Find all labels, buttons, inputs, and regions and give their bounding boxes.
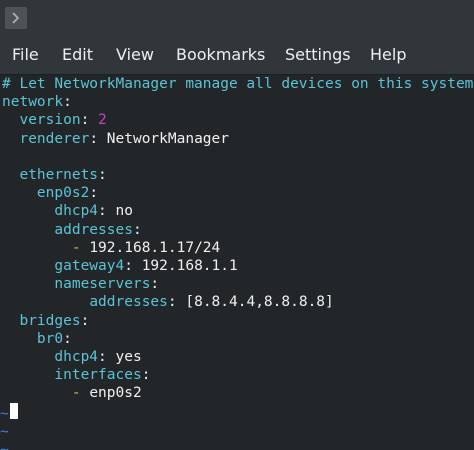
code-line: dhcp4: yes: [54, 349, 142, 365]
empty-line-tilde: ~: [0, 423, 9, 440]
comment-line: # Let NetworkManager manage all devices …: [2, 76, 474, 92]
menu-settings[interactable]: Settings: [285, 36, 351, 74]
code-line: renderer: NetworkManager: [19, 130, 229, 147]
yaml-value: NetworkManager: [106, 130, 229, 147]
code-line: - enp0s2: [2, 384, 142, 402]
empty-line-tilde: ~: [0, 442, 9, 450]
yaml-key: ethernets: [19, 167, 99, 183]
yaml-value: yes: [115, 349, 142, 365]
terminal-icon[interactable]: [5, 7, 27, 29]
yaml-value: 192.168.1.1: [141, 258, 238, 274]
menu-help[interactable]: Help: [370, 36, 406, 74]
menu-bar: File Edit View Bookmarks Settings Help: [0, 36, 474, 75]
yaml-key: renderer: [19, 130, 90, 147]
yaml-value: 192.168.1.17/24: [89, 239, 221, 256]
code-line: addresses:: [54, 221, 142, 238]
yaml-key: network: [2, 94, 64, 111]
yaml-key: bridges: [19, 312, 81, 329]
menu-view[interactable]: View: [116, 36, 154, 74]
editor-area[interactable]: # Let NetworkManager manage all devices …: [0, 75, 474, 450]
yaml-value: [8.8.4.4,8.8.8.8]: [185, 294, 334, 311]
code-line: gateway4: 192.168.1.1: [54, 258, 238, 274]
yaml-key: addresses: [89, 294, 168, 311]
code-line: version: 2: [19, 112, 107, 129]
empty-line-tilde: ~: [0, 405, 9, 422]
yaml-key: enp0s2: [36, 185, 90, 202]
code-line: dhcp4: no: [54, 203, 133, 220]
code-line: br0:: [36, 330, 72, 347]
code-line: nameservers:: [54, 276, 160, 293]
menu-file[interactable]: File: [12, 36, 39, 74]
yaml-value: no: [115, 203, 133, 220]
code-line: ethernets:: [19, 167, 107, 183]
list-dash: -: [71, 385, 90, 402]
code-line: - 192.168.1.17/24: [2, 239, 220, 257]
list-dash: -: [71, 239, 90, 256]
yaml-value: 2: [98, 112, 107, 129]
yaml-key: gateway4: [54, 258, 125, 274]
text-cursor: [10, 403, 18, 420]
yaml-key: addresses: [54, 221, 133, 238]
yaml-key: nameservers: [54, 276, 151, 293]
code-line: bridges:: [19, 312, 90, 329]
code-line: network:: [2, 94, 72, 111]
yaml-value: enp0s2: [89, 385, 142, 402]
yaml-key: dhcp4: [54, 203, 99, 220]
yaml-key: interfaces: [54, 367, 142, 384]
yaml-key: dhcp4: [54, 349, 99, 365]
menu-bookmarks[interactable]: Bookmarks: [176, 36, 265, 74]
code-line: addresses: [8.8.4.4,8.8.8.8]: [89, 294, 334, 311]
code-line: interfaces:: [54, 367, 151, 384]
yaml-key: br0: [36, 330, 64, 347]
menu-edit[interactable]: Edit: [62, 36, 93, 74]
title-bar: [0, 0, 474, 36]
yaml-key: version: [19, 112, 81, 129]
code-line: enp0s2:: [36, 185, 99, 202]
